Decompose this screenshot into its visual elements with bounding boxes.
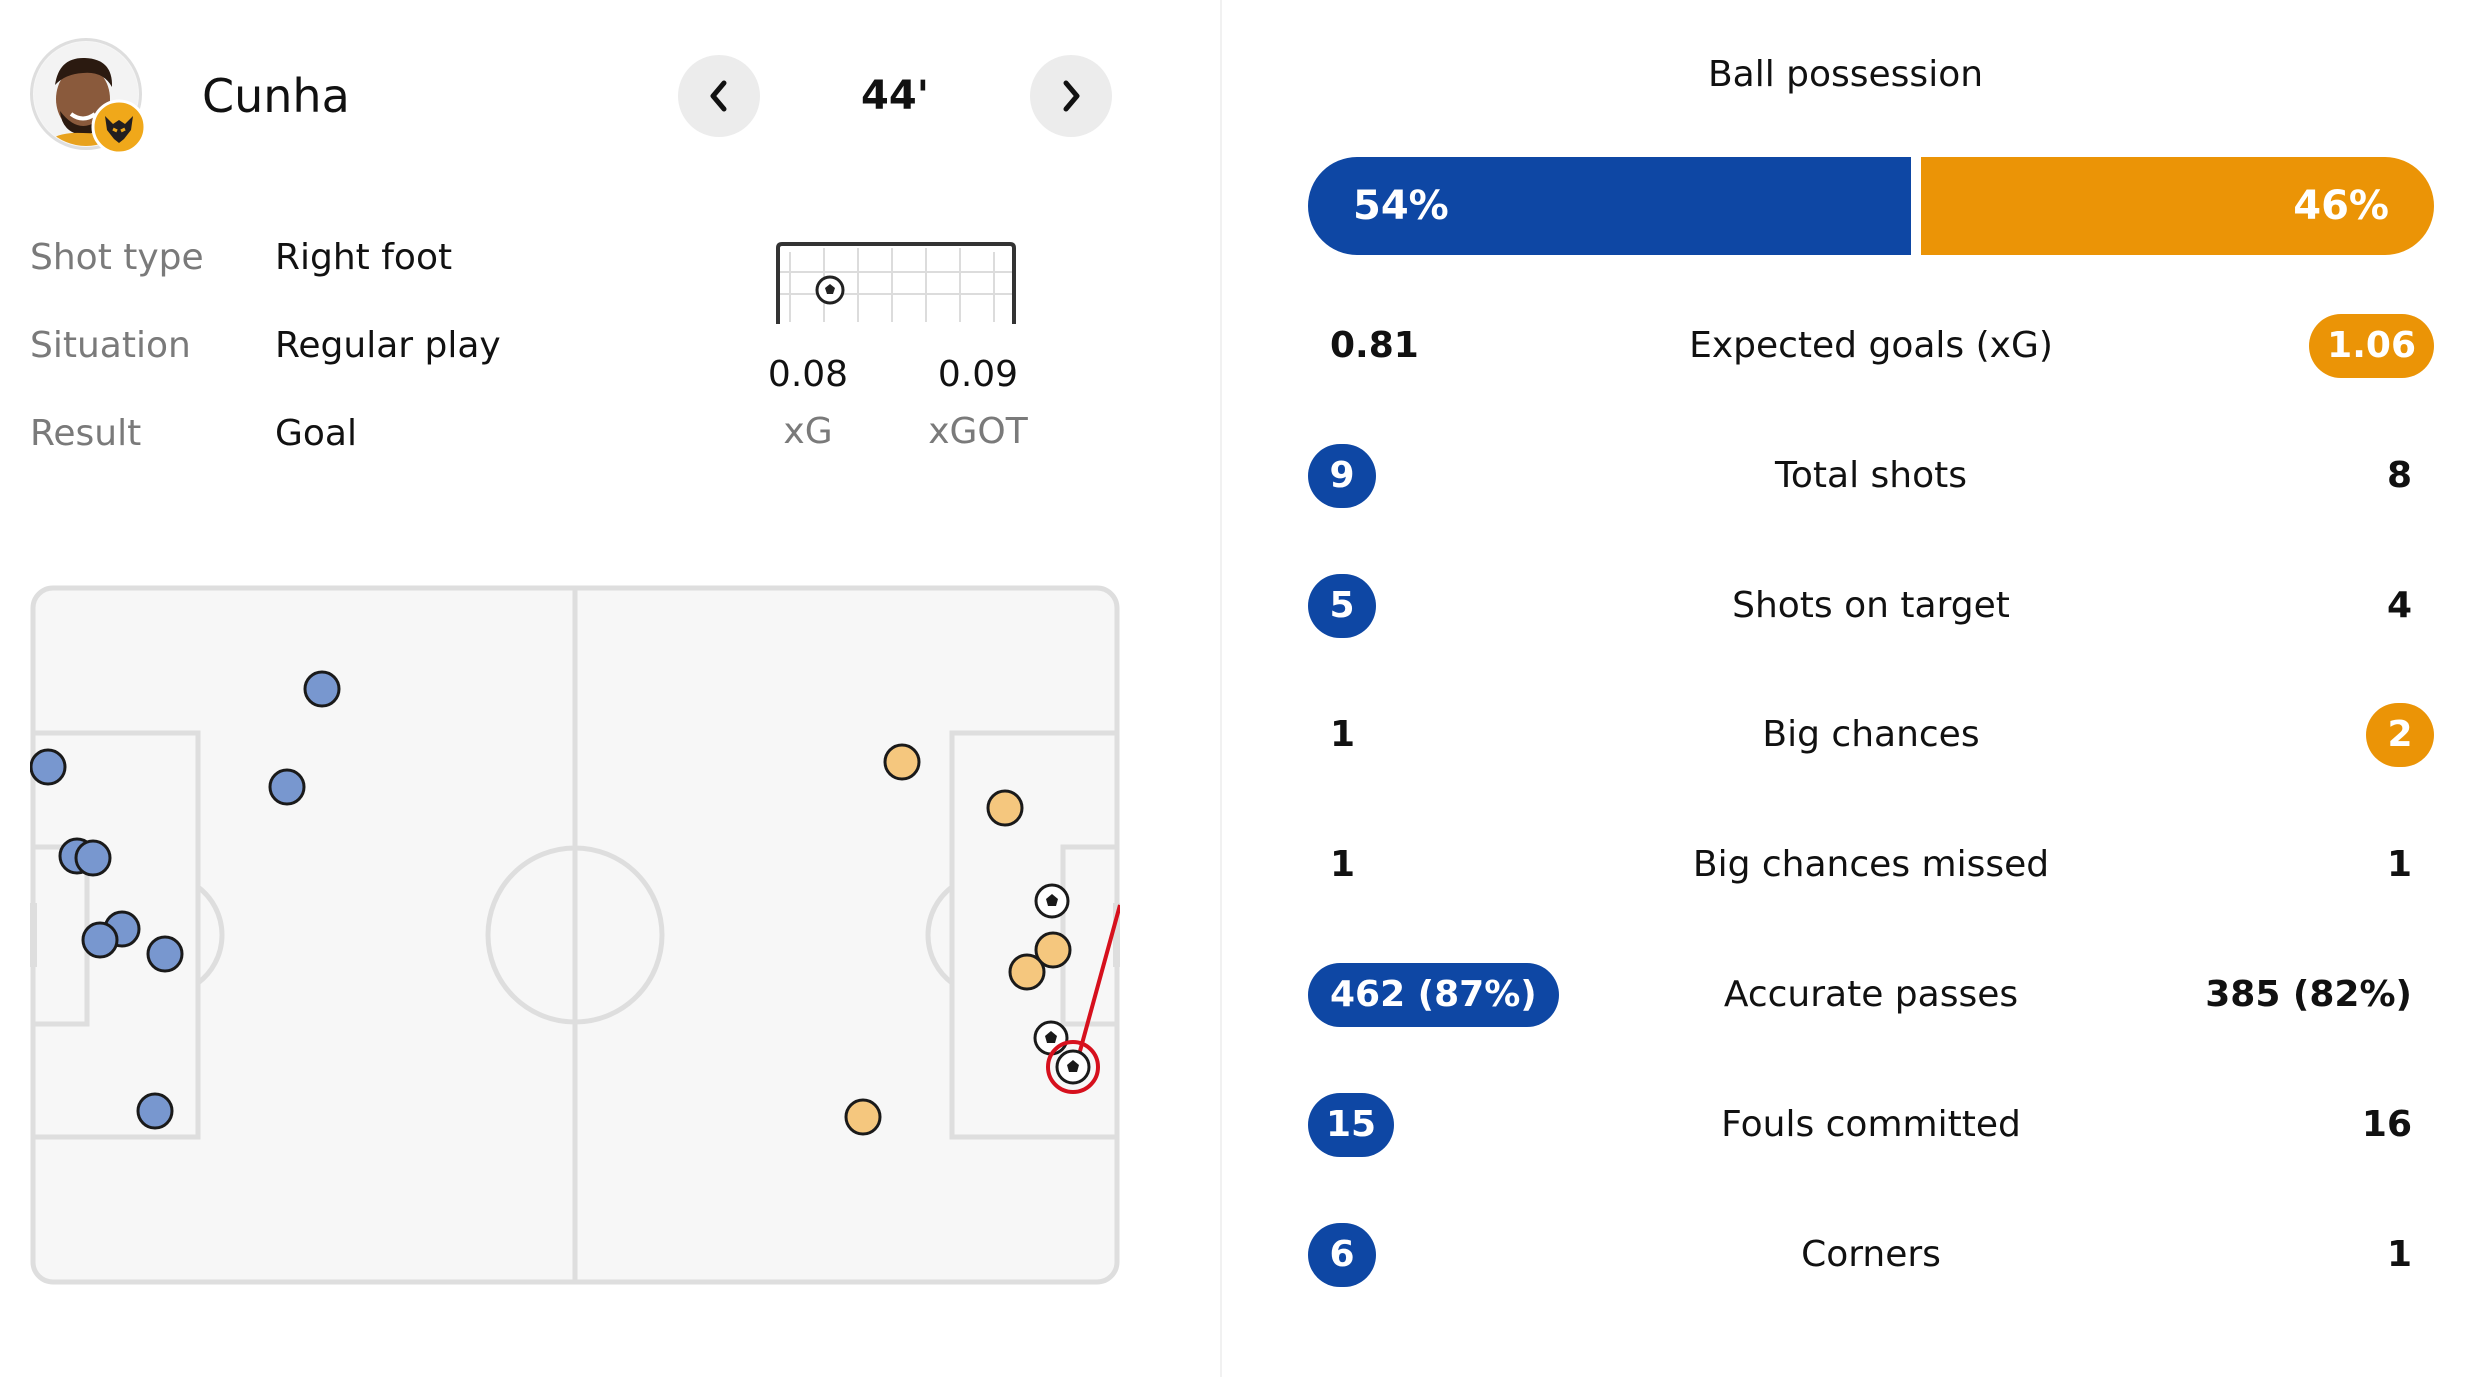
- shot-xgot-label: xGOT: [928, 411, 1028, 452]
- shot-map-pitch: [29, 585, 1122, 1289]
- away-stat-value: 8: [2386, 455, 2412, 496]
- stat-row-fouls: 15 Fouls committed 16: [1308, 1091, 2434, 1159]
- away-stat-value: 1: [2386, 844, 2412, 885]
- player-avatar: [30, 38, 147, 155]
- stat-label: Corners: [1801, 1234, 1941, 1275]
- home-shot-marker: [303, 670, 341, 708]
- stat-row-big-chances-missed: 1 Big chances missed 1: [1308, 831, 2434, 899]
- previous-shot-button[interactable]: [678, 55, 760, 137]
- result-value: Goal: [275, 413, 357, 454]
- stat-label: Big chances missed: [1692, 844, 2050, 885]
- possession-title: Ball possession: [1707, 54, 1984, 95]
- result-label: Result: [30, 413, 142, 454]
- away-stat-value: 1: [2386, 1234, 2412, 1275]
- next-shot-button[interactable]: [1030, 55, 1112, 137]
- home-shot-marker: [268, 768, 306, 806]
- match-stats-panel: Ball possession 54% 46% 0.81 Expected go…: [1222, 0, 2469, 1377]
- away-goal-marker: [1033, 1020, 1069, 1056]
- shot-xg-label: xG: [783, 411, 833, 452]
- away-shot-marker: [844, 1098, 882, 1136]
- stat-label: Big chances: [1762, 714, 1980, 755]
- football-icon: [814, 274, 846, 310]
- away-stat-value: 1.06: [2309, 314, 2434, 378]
- situation-label: Situation: [30, 325, 191, 366]
- stat-row-corners: 6 Corners 1: [1308, 1221, 2434, 1289]
- away-shot-marker: [883, 743, 921, 781]
- shot-type-label: Shot type: [30, 237, 204, 278]
- stat-row-big-chances: 1 Big chances 2: [1308, 701, 2434, 769]
- shot-xg-value: 0.08: [767, 354, 849, 395]
- chevron-right-icon: [1063, 80, 1080, 112]
- stat-label: Fouls committed: [1721, 1104, 2021, 1145]
- away-shot-marker: [1008, 953, 1046, 991]
- stat-row-total-shots: 9 Total shots 8: [1308, 442, 2434, 510]
- home-possession: 54%: [1308, 157, 1911, 255]
- shot-type-value: Right foot: [275, 237, 453, 278]
- home-shot-marker: [81, 921, 119, 959]
- away-stat-value: 16: [2361, 1104, 2412, 1145]
- goal-frame-graphic: [770, 238, 1030, 332]
- home-shot-marker: [146, 935, 184, 973]
- away-possession: 46%: [1921, 157, 2434, 255]
- shot-minute: 44': [861, 73, 929, 119]
- selected-shot-marker: [1046, 1040, 1100, 1094]
- chevron-left-icon: [710, 80, 727, 112]
- away-stat-value: 4: [2386, 585, 2412, 626]
- home-shot-marker: [136, 1092, 174, 1130]
- away-stat-value: 385 (82%): [2205, 974, 2412, 1015]
- stat-row-accurate-passes: 462 (87%) Accurate passes 385 (82%): [1308, 961, 2434, 1029]
- home-shot-marker: [74, 839, 112, 877]
- situation-value: Regular play: [275, 325, 501, 366]
- stat-label: Total shots: [1775, 455, 1967, 496]
- stat-label: Shots on target: [1732, 585, 2010, 626]
- possession-bar: 54% 46%: [1308, 157, 2434, 255]
- wolves-badge-icon: [91, 99, 147, 159]
- stat-row-shots-on-target: 5 Shots on target 4: [1308, 572, 2434, 640]
- away-stat-value: 2: [2366, 703, 2434, 767]
- player-name[interactable]: Cunha: [202, 66, 350, 126]
- away-goal-marker: [1034, 883, 1070, 919]
- shot-xgot-value: 0.09: [937, 354, 1019, 395]
- away-shot-marker: [986, 789, 1024, 827]
- stat-row-xg: 0.81 Expected goals (xG) 1.06: [1308, 312, 2434, 380]
- stat-label: Expected goals (xG): [1689, 325, 2053, 366]
- shot-detail-panel: Cunha 44' Shot type Right foot Situation…: [0, 0, 1220, 1377]
- home-shot-marker: [29, 748, 67, 786]
